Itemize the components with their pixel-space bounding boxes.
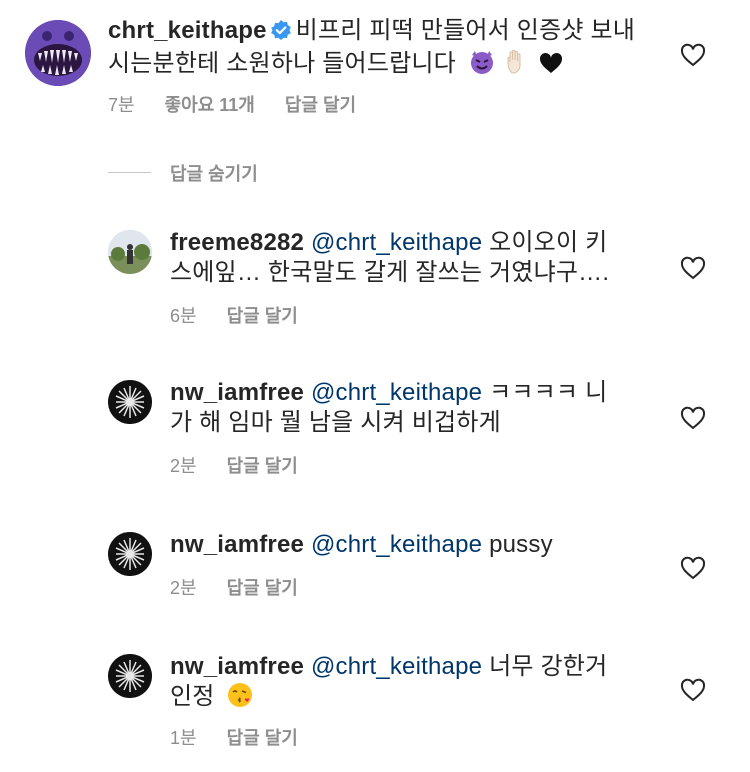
comment-body-line2: 인정 [170,683,215,710]
comment-time: 7분 [108,95,135,115]
reply-button[interactable]: 답글 달기 [227,306,298,326]
heart-icon[interactable] [680,406,706,430]
avatar[interactable] [108,532,152,576]
mention-link[interactable]: @chrt_keithape [311,653,482,680]
avatar[interactable] [108,230,152,274]
avatar[interactable] [108,654,152,698]
username[interactable]: nw_iamfree [170,653,304,680]
reply-button[interactable]: 답글 달기 [285,95,356,115]
comment-text: nw_iamfree @chrt_keithape pussy [170,530,640,560]
username[interactable]: freeme8282 [170,229,304,256]
like-count[interactable]: 좋아요 11개 [165,95,255,115]
comment-meta: 2분 답글 달기 [170,574,328,600]
heart-icon[interactable] [680,43,706,67]
comment-text: freeme8282 @chrt_keithape 오이오이 키 스에잎… 한국… [170,228,640,288]
comment-text: nw_iamfree @chrt_keithape ㅋㅋㅋㅋ 니 가 해 임마 … [170,378,640,438]
reply-button[interactable]: 답글 달기 [227,456,298,476]
heart-icon[interactable] [680,678,706,702]
comment-time: 2분 [170,578,197,598]
avatar[interactable] [25,20,91,86]
devil-emoji-icon [469,49,495,83]
raised-hand-emoji-icon [506,49,530,83]
comment-text: chrt_keithape 비프리 피떡 만들어서 인증샷 보내 시는분한테 소원… [108,16,648,83]
reply-button[interactable]: 답글 달기 [227,578,298,598]
spiky-logo-icon [108,654,152,698]
comment-meta: 7분 좋아요 11개 답글 달기 [108,91,386,117]
comment-time: 6분 [170,306,197,326]
black-heart-emoji-icon [539,52,563,82]
comment-body-line1: ㅋㅋㅋㅋ 니 [489,379,608,406]
username[interactable]: chrt_keithape [108,17,267,44]
divider [108,172,151,173]
comment-body-line2: 가 해 임마 뭘 남을 시켜 비겁하게 [170,409,501,436]
spiky-logo-icon [108,380,152,424]
person-photo-icon [108,230,152,274]
reply-button[interactable]: 답글 달기 [227,728,298,748]
monster-avatar-icon [25,20,91,86]
heart-icon[interactable] [680,556,706,580]
username[interactable]: nw_iamfree [170,531,304,558]
comment-body-line1: 비프리 피떡 만들어서 인증샷 보내 [295,17,636,44]
spiky-logo-icon [108,532,152,576]
avatar[interactable] [108,380,152,424]
comment-body-line1: pussy [489,531,553,558]
mention-link[interactable]: @chrt_keithape [311,531,482,558]
comment-body-line1: 너무 강한거 [489,653,608,680]
verified-badge-icon [270,19,292,49]
comment-meta: 6분 답글 달기 [170,302,328,328]
hide-replies-label[interactable]: 답글 숨기기 [170,160,258,186]
comment-meta: 1분 답글 달기 [170,724,328,750]
mention-link[interactable]: @chrt_keithape [311,229,482,256]
comment-body-line2: 스에잎… 한국말도 갈게 잘쓰는 거였냐구…. [170,259,610,286]
comment-text: nw_iamfree @chrt_keithape 너무 강한거 인정 [170,652,640,716]
comment-body-line1: 오이오이 키 [489,229,608,256]
mention-link[interactable]: @chrt_keithape [311,379,482,406]
kissing-face-emoji-icon [227,682,253,716]
comment-time: 2분 [170,456,197,476]
comment-time: 1분 [170,728,197,748]
comment-meta: 2분 답글 달기 [170,452,328,478]
comment-body-line2: 시는분한테 소원하나 들어드랍니다 [108,50,456,77]
username[interactable]: nw_iamfree [170,379,304,406]
heart-icon[interactable] [680,256,706,280]
